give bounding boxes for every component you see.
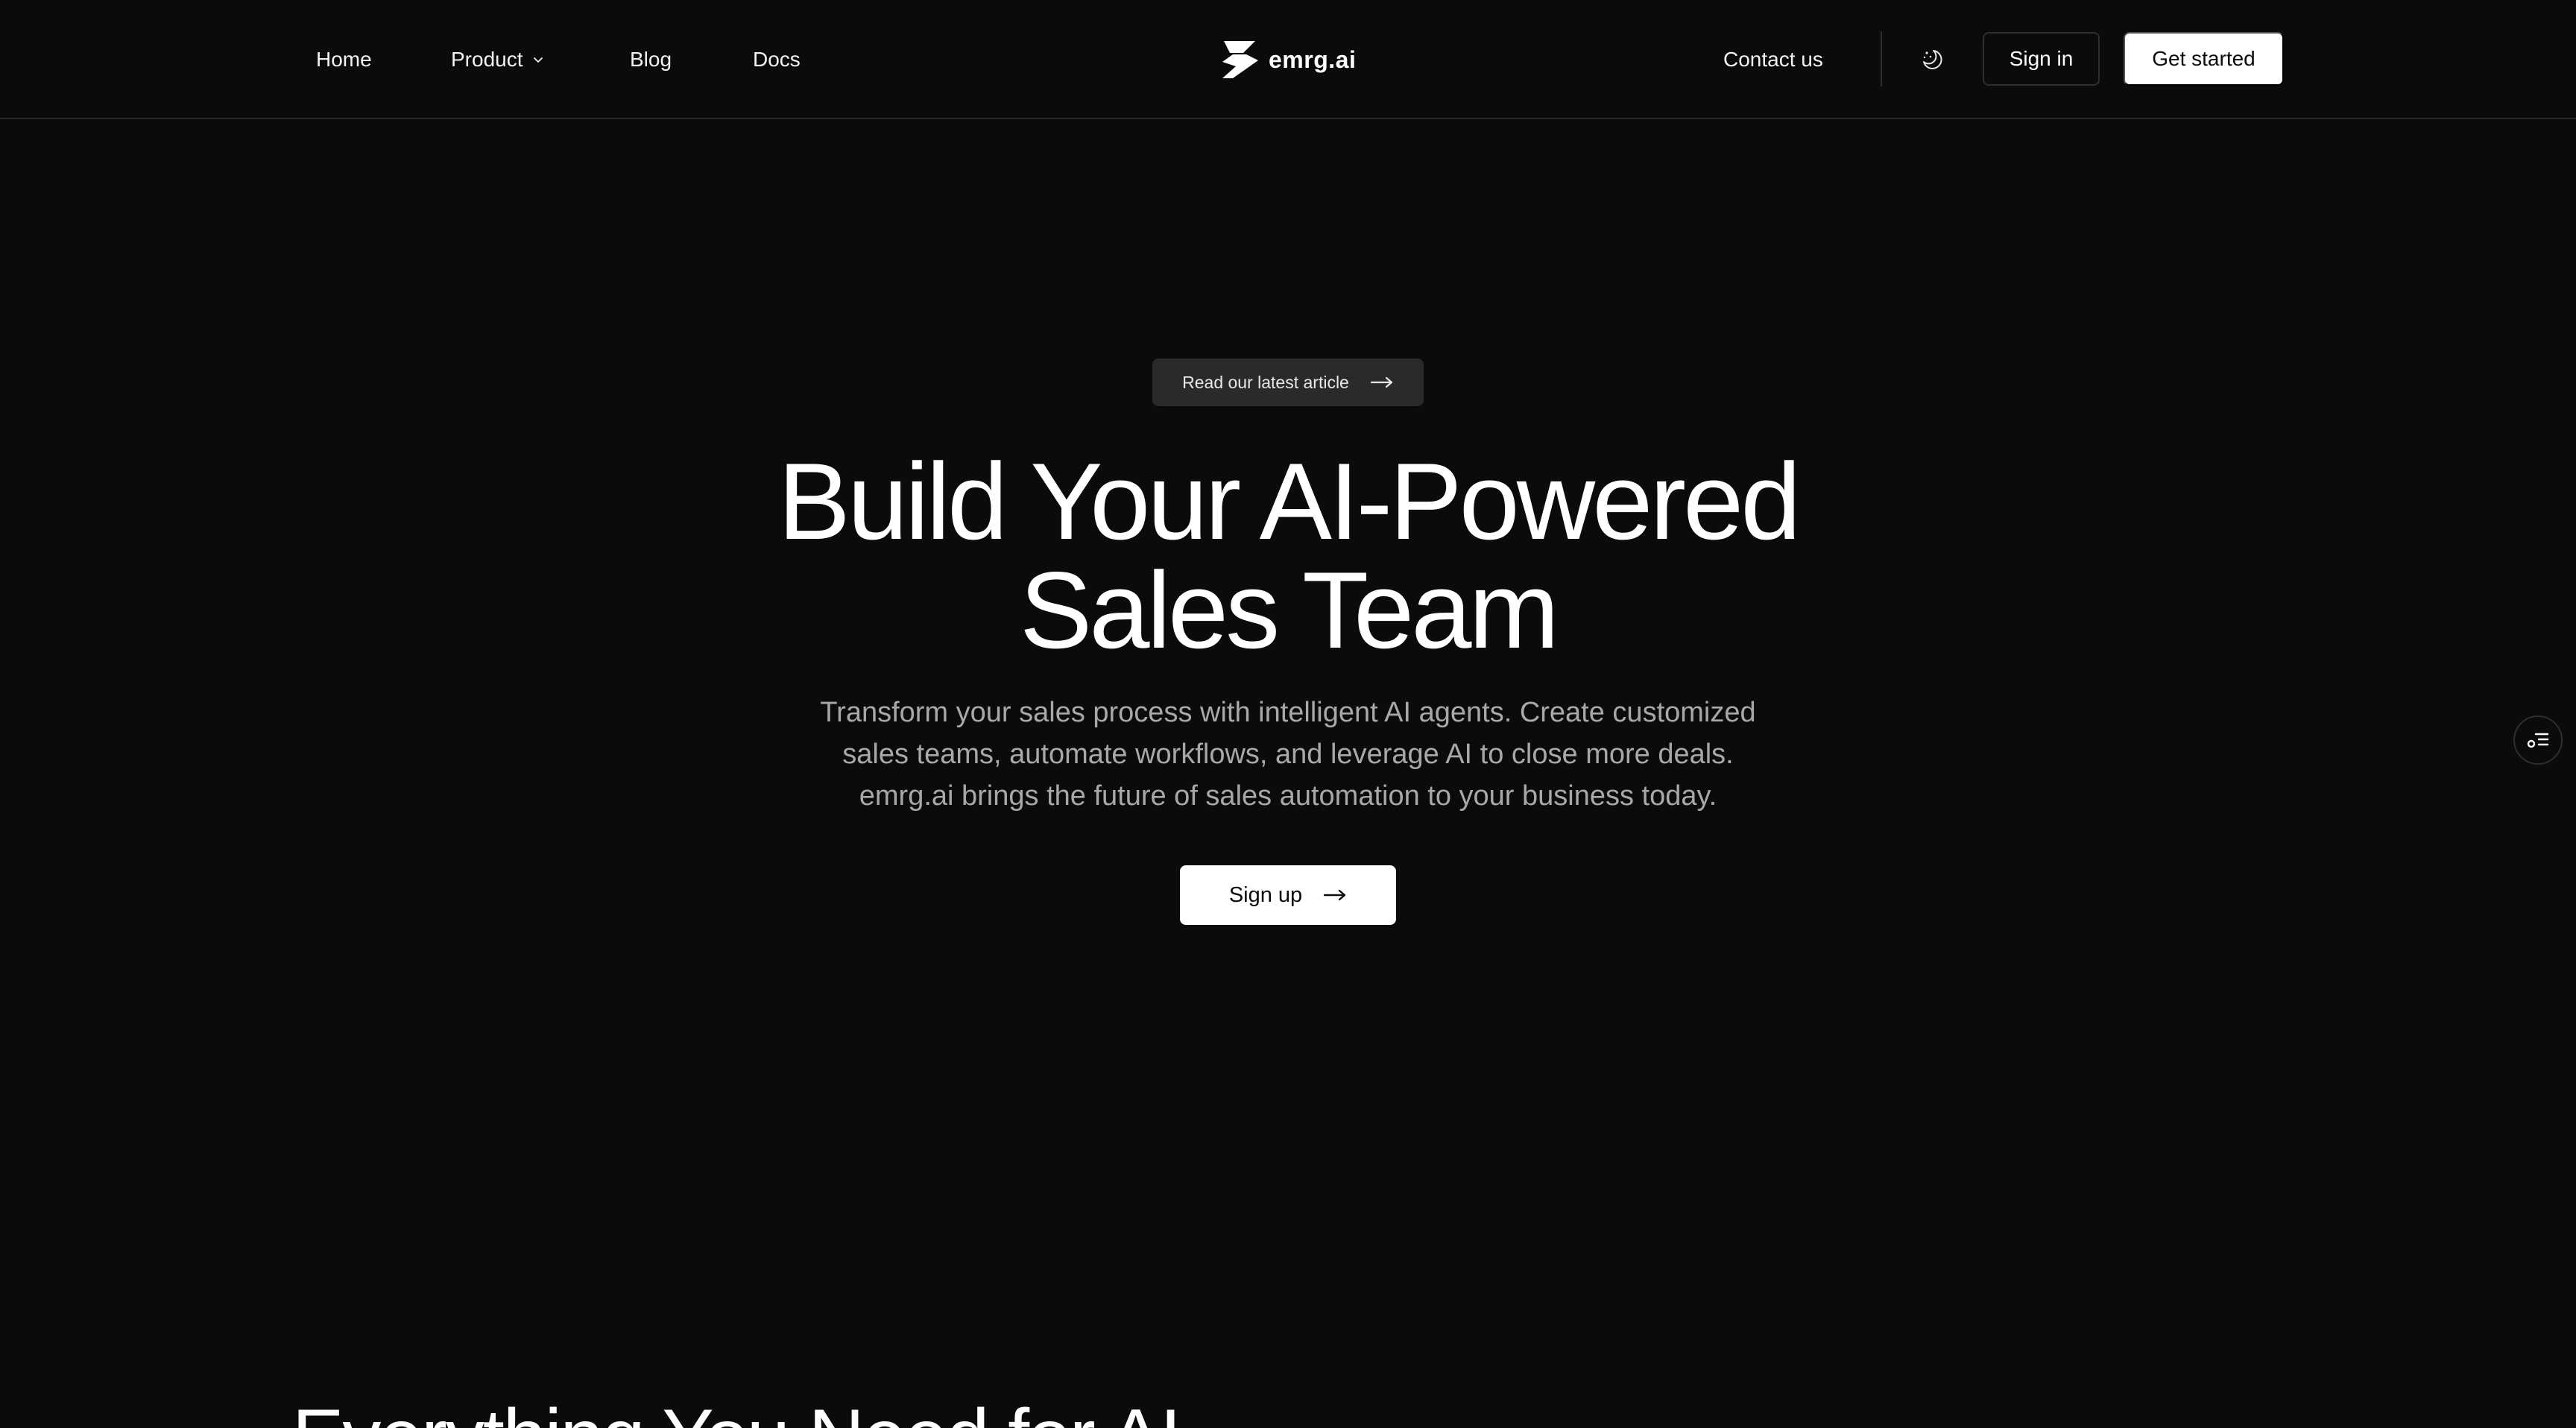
brand-name: emrg.ai [1269,45,1357,73]
hero-subtitle-line: sales teams, automate workflows, and lev… [842,739,1734,770]
hero-title-line: Build Your AI-Powered [777,440,1802,562]
nav-divider [1881,31,1882,86]
brand-home-link[interactable]: emrg.ai [1221,37,1356,82]
theme-toggle-button[interactable] [1914,42,1948,76]
hero-subtitle-line: emrg.ai brings the future of sales autom… [859,780,1717,812]
emrg-logo-icon [1221,40,1258,80]
page: Home Product Blog Docs emrg.ai Contact u… [0,0,2576,1428]
nav-blog-link[interactable]: Blog [630,43,672,76]
nav-product-label: Product [451,48,523,71]
features-section-title: Everything You Need for AI [292,1392,1181,1428]
sign-in-button[interactable]: Sign in [1983,32,2100,86]
get-started-button[interactable]: Get started [2124,32,2284,86]
toc-list-icon [2525,729,2551,751]
top-navbar: Home Product Blog Docs emrg.ai Contact u… [0,0,2576,119]
hero-title: Build Your AI-Powered Sales Team [617,447,1959,665]
arrow-right-icon [1323,888,1347,902]
chevron-down-icon [531,52,546,67]
nav-home-link[interactable]: Home [316,43,372,76]
nav-docs-link[interactable]: Docs [753,43,801,76]
moon-stars-icon [1918,45,1945,72]
toc-widget-button[interactable] [2513,715,2563,765]
sign-up-button[interactable]: Sign up [1180,865,1396,925]
nav-product-dropdown[interactable]: Product [451,43,546,76]
hero-subtitle-line: Transform your sales process with intell… [820,697,1756,728]
latest-article-label: Read our latest article [1182,372,1349,392]
arrow-right-icon [1370,376,1394,389]
hero-subtitle: Transform your sales process with intell… [766,692,1810,817]
hero-title-line: Sales Team [1019,549,1559,671]
nav-contact-link[interactable]: Contact us [1723,43,1823,76]
sign-up-label: Sign up [1228,882,1303,907]
latest-article-badge[interactable]: Read our latest article [1152,358,1424,406]
